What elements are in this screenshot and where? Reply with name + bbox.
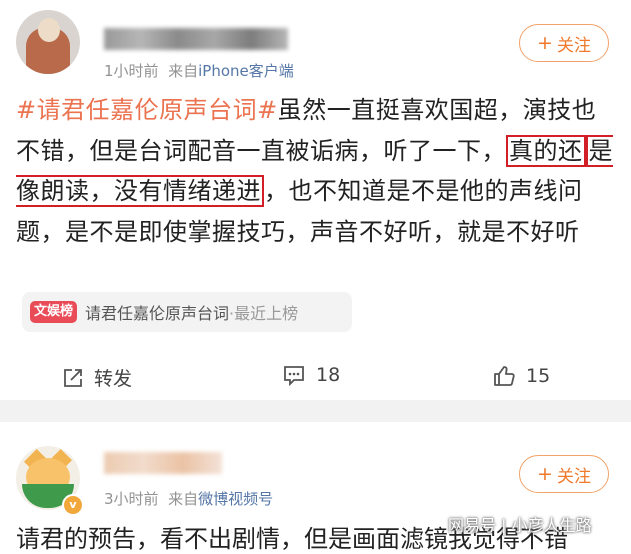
post-text: #请君任嘉伦原声台词#虽然一直挺喜欢国超，演技也不错，但是台词配音一直被诟病，听… (16, 90, 616, 252)
comment-count: 18 (316, 364, 341, 386)
verified-badge-icon: v (62, 494, 84, 516)
from-label: 来自 (168, 62, 199, 80)
post-card-1: 1小时前 来自iPhone客户端 + 关注 #请君任嘉伦原声台词#虽然一直挺喜欢… (0, 0, 631, 400)
username-blurred[interactable] (104, 452, 222, 474)
follow-button[interactable]: + 关注 (519, 455, 609, 493)
repost-icon (64, 368, 82, 387)
like-count: 15 (526, 365, 551, 387)
comment-button[interactable]: 18 (282, 364, 340, 386)
repost-label: 转发 (94, 368, 133, 390)
follow-label: 关注 (556, 35, 591, 56)
repost-button[interactable]: 转发 (62, 364, 132, 391)
like-button[interactable]: 15 (492, 364, 550, 388)
username-blurred[interactable] (104, 28, 288, 50)
post-time: 1小时前 (104, 62, 159, 80)
highlighted-text-1: 真的还 (506, 134, 586, 167)
post-source: iPhone客户端 (198, 62, 294, 80)
card-divider (0, 400, 631, 422)
from-label: 来自 (168, 490, 199, 508)
watermark: 网易号 | 小彦人生路 (448, 516, 592, 535)
plus-icon: + (537, 32, 553, 54)
avatar-face (38, 18, 60, 42)
hashtag-link[interactable]: #请君任嘉伦原声台词# (16, 96, 278, 124)
post-time: 3小时前 (104, 490, 159, 508)
post-meta: 1小时前 来自iPhone客户端 (104, 60, 294, 81)
topic-entry[interactable]: 文娱榜 请君任嘉伦原声台词 ·最近上榜 (22, 292, 352, 332)
plus-icon: + (537, 463, 553, 485)
topic-name: 请君任嘉伦原声台词 (85, 304, 230, 323)
topic-status: ·最近上榜 (229, 304, 299, 323)
comment-icon (284, 366, 304, 386)
post-source: 微博视频号 (198, 490, 274, 508)
post-meta: 3小时前 来自微博视频号 (104, 488, 273, 509)
thumbs-up-icon (494, 366, 515, 386)
avatar[interactable] (16, 10, 80, 74)
follow-label: 关注 (556, 466, 591, 487)
ranking-badge: 文娱榜 (30, 301, 78, 323)
follow-button[interactable]: + 关注 (519, 24, 609, 62)
